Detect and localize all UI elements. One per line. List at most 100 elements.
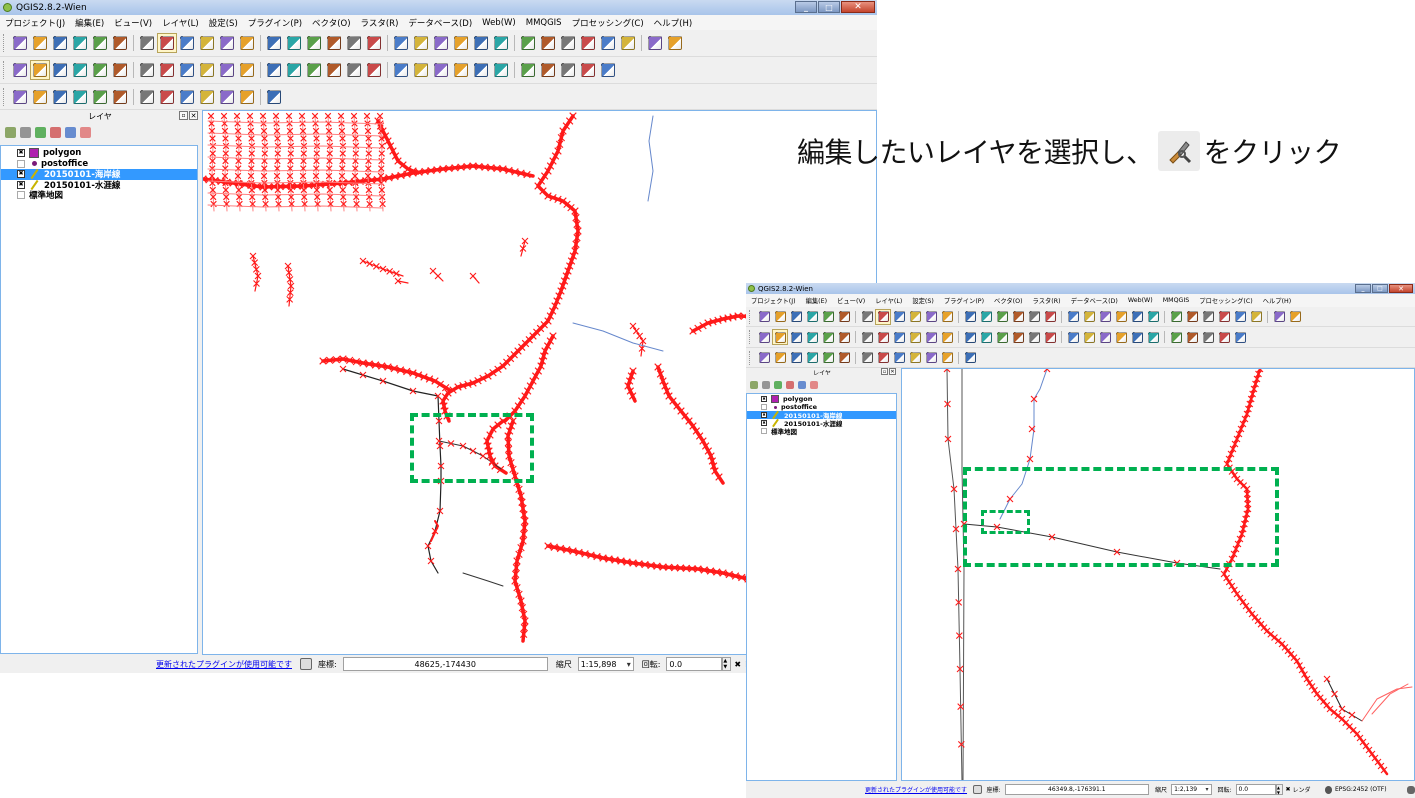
toolbar-grip[interactable] bbox=[749, 309, 752, 324]
toolbar-grip[interactable] bbox=[749, 330, 752, 344]
inset-menu-item[interactable]: プロセッシング(C) bbox=[1194, 296, 1257, 305]
crs-icon[interactable] bbox=[1324, 785, 1333, 794]
messages-icon[interactable] bbox=[973, 785, 982, 794]
text-annotation-icon[interactable] bbox=[1248, 309, 1264, 325]
inset-menu-item[interactable]: ラスタ(R) bbox=[1028, 296, 1066, 305]
metasearch-icon[interactable] bbox=[1042, 329, 1058, 345]
add-wms-icon[interactable] bbox=[137, 87, 157, 107]
grass-icon[interactable] bbox=[1216, 329, 1232, 345]
statistics-icon[interactable] bbox=[1168, 309, 1184, 325]
road-graph-icon[interactable] bbox=[598, 60, 618, 80]
close-button[interactable]: ✕ bbox=[1389, 284, 1413, 293]
add-group-icon[interactable] bbox=[750, 380, 758, 389]
node-tool-icon[interactable] bbox=[110, 60, 130, 80]
add-spatialite-icon[interactable] bbox=[70, 87, 90, 107]
coordinate-field[interactable]: 48625,-174430 bbox=[342, 657, 548, 671]
touch-icon[interactable] bbox=[137, 33, 157, 53]
save-project-icon[interactable] bbox=[50, 33, 70, 53]
toolbar-grip[interactable] bbox=[3, 61, 6, 79]
zoom-out-icon[interactable] bbox=[923, 309, 939, 325]
minimize-button[interactable]: _ bbox=[795, 1, 817, 13]
csw-icon[interactable] bbox=[391, 60, 411, 80]
add-wcs-icon[interactable] bbox=[875, 350, 891, 366]
digitize-icon[interactable] bbox=[923, 329, 939, 345]
cut-icon[interactable] bbox=[157, 60, 177, 80]
toggle-editing-icon[interactable] bbox=[30, 60, 50, 80]
tips-icon[interactable] bbox=[411, 33, 431, 53]
inset-map-canvas[interactable] bbox=[901, 368, 1415, 781]
delete-selected-icon[interactable] bbox=[859, 329, 875, 345]
menu-item[interactable]: 設定(S) bbox=[204, 17, 243, 29]
inset-menu-item[interactable]: ヘルプ(H) bbox=[1258, 296, 1297, 305]
move-label-icon[interactable] bbox=[304, 60, 324, 80]
add-raster-icon[interactable] bbox=[772, 350, 788, 366]
digitize-icon[interactable] bbox=[217, 60, 237, 80]
inset-layer-row[interactable]: ✖ 20150101-水涯線 bbox=[747, 418, 896, 428]
toggle-editing-icon[interactable] bbox=[772, 329, 788, 345]
maximize-button[interactable]: □ bbox=[1372, 284, 1388, 293]
zoom-next-icon[interactable] bbox=[344, 33, 364, 53]
deselect-icon[interactable] bbox=[451, 33, 471, 53]
rotate-label-icon[interactable] bbox=[1010, 329, 1026, 345]
open-project-icon[interactable] bbox=[772, 309, 788, 325]
label-icon[interactable] bbox=[237, 60, 257, 80]
paste-icon[interactable] bbox=[197, 60, 217, 80]
save-edits-icon[interactable] bbox=[788, 329, 804, 345]
zoom-out-icon[interactable] bbox=[217, 33, 237, 53]
whats-this-icon[interactable] bbox=[665, 33, 685, 53]
add-oracle-icon[interactable] bbox=[110, 87, 130, 107]
pan-icon[interactable] bbox=[157, 33, 177, 53]
current-edits-icon[interactable] bbox=[756, 329, 772, 345]
plugin-update-link[interactable]: 更新されたプラグインが使用可能です bbox=[156, 659, 292, 670]
rotation-spinner[interactable]: ▲ ▼ bbox=[1275, 784, 1283, 795]
zoom-selection-icon[interactable] bbox=[304, 33, 324, 53]
attribute-table-icon[interactable] bbox=[1145, 309, 1161, 325]
save-edits-icon[interactable] bbox=[50, 60, 70, 80]
more-icon[interactable] bbox=[344, 60, 364, 80]
toolbar-grip[interactable] bbox=[749, 350, 752, 365]
remove-layer-icon[interactable] bbox=[962, 350, 978, 366]
menu-item[interactable]: プラグイン(P) bbox=[243, 17, 307, 29]
add-wcs-icon[interactable] bbox=[157, 87, 177, 107]
new-bookmark-icon[interactable] bbox=[1232, 309, 1248, 325]
binoculars-icon[interactable] bbox=[451, 60, 471, 80]
select-icon[interactable] bbox=[1097, 309, 1113, 325]
add-oracle-icon[interactable] bbox=[836, 350, 852, 366]
rotation-field[interactable]: 0.0 bbox=[666, 657, 723, 671]
move-label-icon[interactable] bbox=[994, 329, 1010, 345]
layer-row[interactable]: ✖ polygon bbox=[1, 148, 197, 159]
add-postgis-icon[interactable] bbox=[788, 350, 804, 366]
zoom-layer-icon[interactable] bbox=[284, 33, 304, 53]
layer-visibility-checkbox[interactable]: ✖ bbox=[761, 404, 767, 410]
zoom-native-icon[interactable] bbox=[237, 33, 257, 53]
rotation-spinner[interactable]: ▲ ▼ bbox=[722, 657, 732, 671]
filter-legend-icon[interactable] bbox=[35, 126, 46, 138]
inset-layer-row[interactable]: ✖ 標準地図 bbox=[747, 427, 896, 436]
show-label-icon[interactable] bbox=[978, 329, 994, 345]
processing-icon[interactable] bbox=[431, 60, 451, 80]
render-checkbox[interactable]: ✖ bbox=[1286, 786, 1291, 793]
rotate-label-icon[interactable] bbox=[324, 60, 344, 80]
minimize-button[interactable]: _ bbox=[1355, 284, 1371, 293]
grass-icon[interactable] bbox=[578, 60, 598, 80]
expand-all-icon[interactable] bbox=[50, 126, 61, 138]
expand-all-icon[interactable] bbox=[786, 380, 794, 389]
layer-visibility-checkbox[interactable]: ✖ bbox=[17, 159, 25, 168]
measure-icon[interactable] bbox=[538, 33, 558, 53]
add-wfs-icon[interactable] bbox=[177, 87, 197, 107]
save-as-icon[interactable] bbox=[70, 33, 90, 53]
cut-icon[interactable] bbox=[875, 329, 891, 345]
layer-visibility-checkbox[interactable]: ✖ bbox=[761, 428, 767, 434]
move-feature-icon[interactable] bbox=[820, 329, 836, 345]
crs-status[interactable]: EPSG:2452 (OTF) bbox=[1335, 786, 1387, 793]
attribute-table-icon[interactable] bbox=[491, 33, 511, 53]
menu-item[interactable]: データベース(D) bbox=[403, 17, 477, 29]
render-checkbox[interactable]: ✖ bbox=[734, 660, 741, 669]
add-postgis-icon[interactable] bbox=[50, 87, 70, 107]
refresh-icon[interactable] bbox=[1042, 309, 1058, 325]
annotation-icon[interactable] bbox=[558, 33, 578, 53]
add-wms-icon[interactable] bbox=[859, 350, 875, 366]
add-delimited-icon[interactable] bbox=[197, 87, 217, 107]
menu-item[interactable]: ヘルプ(H) bbox=[649, 17, 698, 29]
whats-this-icon[interactable] bbox=[1287, 309, 1303, 325]
